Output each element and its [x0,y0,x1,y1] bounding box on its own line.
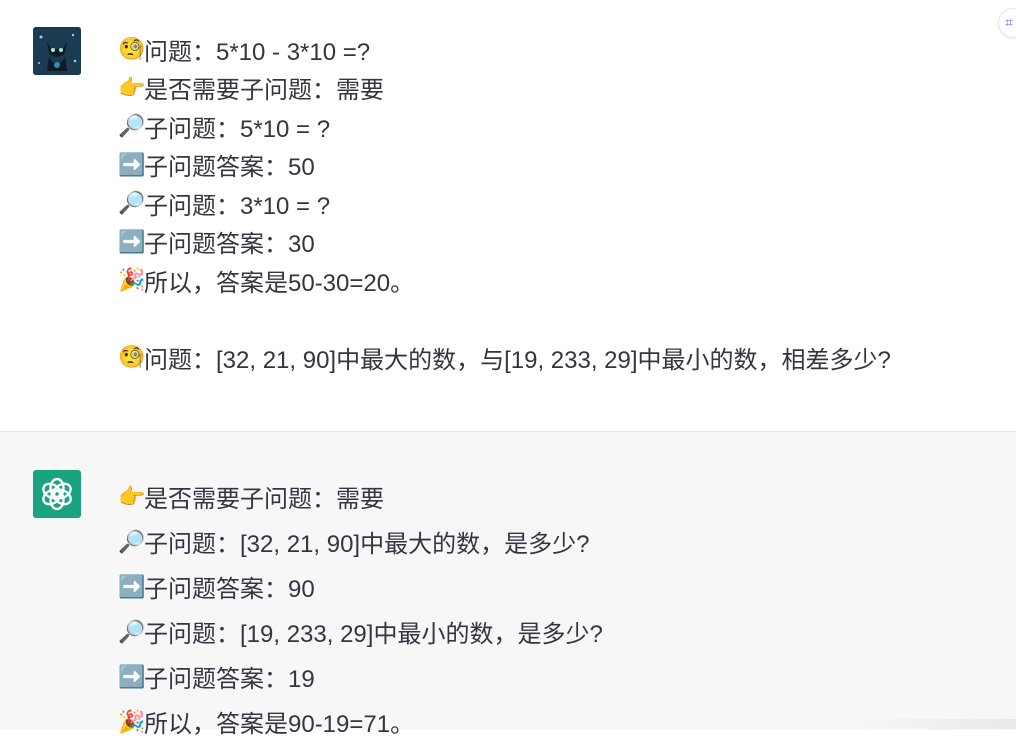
message-text: 是否需要子问题：需要 [144,486,384,513]
message-text: 问题：[32, 21, 90]中最大的数，与[19, 233, 29]中最小的数… [144,346,891,374]
monocle-face-icon: 🧐 [118,344,146,370]
message-line: 👉 是否需要子问题：需要 [118,69,891,108]
message-text: 子问题：5*10 = ? [144,115,331,143]
message-text: 子问题：3*10 = ? [144,192,331,220]
message-line: 🧐 问题：[32, 21, 90]中最大的数，与[19, 233, 29]中最小… [118,338,891,377]
message-text: 子问题：[19, 233, 29]中最小的数，是多少? [144,621,603,648]
right-arrow-icon: ➡️ [118,663,146,689]
magnifier-icon: 🔎 [118,618,146,644]
bottom-fade-decoration [846,719,1016,729]
pointing-hand-icon: 👉 [118,74,146,100]
message-text: 子问题：[32, 21, 90]中最大的数，是多少? [144,531,590,558]
pointing-hand-icon: 👉 [118,483,146,509]
assistant-message-lines: 👉 是否需要子问题：需要 🔎 子问题：[32, 21, 90]中最大的数，是多少… [118,474,603,744]
user-avatar [33,27,81,75]
message-text: 子问题答案：50 [144,154,315,182]
magnifier-icon: 🔎 [118,113,146,139]
message-line: ➡️ 子问题答案：90 [118,564,603,609]
message-line: 🔎 子问题：[19, 233, 29]中最小的数，是多少? [118,609,603,654]
message-line: ➡️ 子问题答案：50 [118,146,891,185]
scan-icon: ⌗ [1005,14,1013,30]
right-arrow-icon: ➡️ [118,228,146,254]
message-line: 🎉 所以，答案是90-19=71。 [118,699,603,744]
message-line: 🧐 问题：5*10 - 3*10 =? [118,30,891,69]
magnifier-icon: 🔎 [118,528,146,554]
user-message: ⌗ 🧐 问题：5*10 - 3*10 =? 👉 是否需要子问题：需要 🔎 子问题… [0,0,1016,431]
message-text: 子问题答案：30 [144,231,315,259]
message-text: 所以，答案是90-19=71。 [144,711,415,738]
message-text: 子问题答案：90 [144,576,315,603]
corner-action-button[interactable]: ⌗ [998,8,1016,38]
message-text: 子问题答案：19 [144,666,315,693]
openai-logo-icon [42,477,72,511]
message-line: 🔎 子问题：3*10 = ? [118,184,891,223]
right-arrow-icon: ➡️ [118,151,146,177]
party-popper-icon: 🎉 [118,267,146,293]
message-line: ➡️ 子问题答案：19 [118,654,603,699]
blank-line [118,300,891,339]
magnifier-icon: 🔎 [118,190,146,216]
message-line: 🎉 所以，答案是50-30=20。 [118,261,891,300]
cat-avatar-icon [33,27,81,75]
message-text: 所以，答案是50-30=20。 [144,269,415,297]
message-line: 🔎 子问题：5*10 = ? [118,107,891,146]
party-popper-icon: 🎉 [118,708,146,734]
message-line: 🔎 子问题：[32, 21, 90]中最大的数，是多少? [118,519,603,564]
message-text: 问题：5*10 - 3*10 =? [144,38,371,66]
user-message-lines: 🧐 问题：5*10 - 3*10 =? 👉 是否需要子问题：需要 🔎 子问题：5… [118,30,891,377]
monocle-face-icon: 🧐 [118,36,146,62]
message-line: 👉 是否需要子问题：需要 [118,474,603,519]
message-line: ➡️ 子问题答案：30 [118,223,891,262]
message-text: 是否需要子问题：需要 [144,77,384,105]
right-arrow-icon: ➡️ [118,573,146,599]
assistant-avatar [33,470,81,518]
